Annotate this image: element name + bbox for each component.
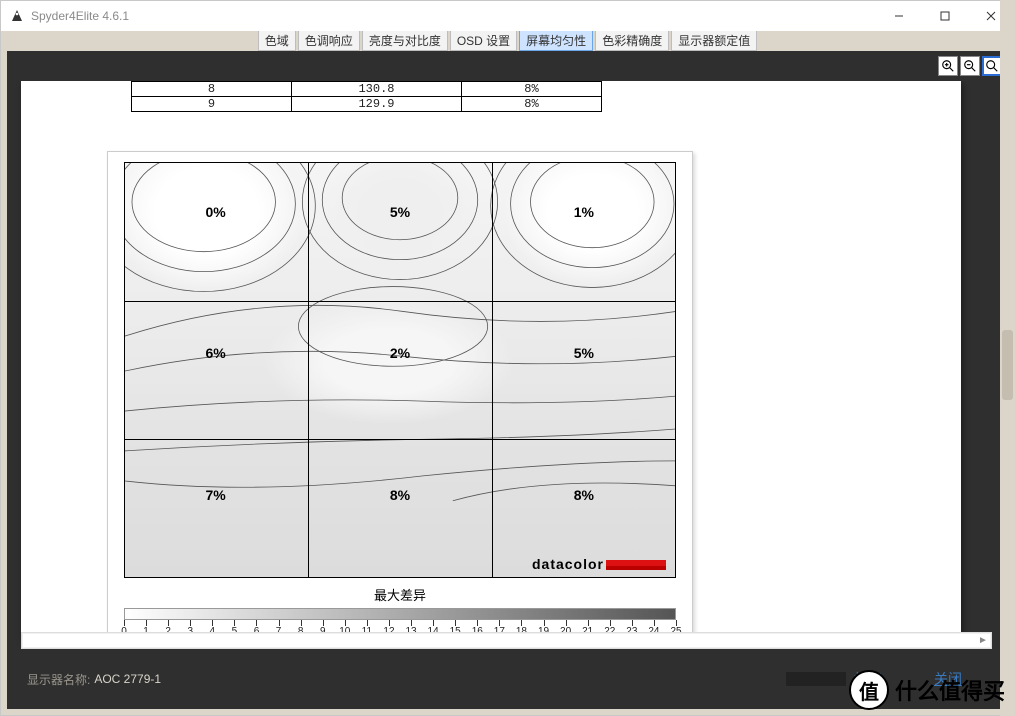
cell-val: 130.8 [292, 82, 462, 97]
watermark: 值 什么值得买 [843, 668, 1011, 712]
chart-plot-area: 0% 5% 1% 6% 2% 5% 7% 8% 8% datacolor [124, 162, 676, 578]
report-page: 8 130.8 8% 9 129.9 8% [21, 81, 961, 641]
titlebar: Spyder4Elite 4.6.1 [1, 1, 1014, 31]
nine-zone-grid [124, 162, 676, 578]
app-shell: 色域 色调响应 亮度与对比度 OSD 设置 屏幕均匀性 色彩精确度 显示器额定值… [1, 31, 1014, 715]
zone-7-label: 7% [206, 487, 226, 503]
app-window: Spyder4Elite 4.6.1 色域 色调响应 亮度与对比度 OSD 设置… [0, 0, 1015, 716]
cell-val: 129.9 [292, 97, 462, 112]
data-table: 8 130.8 8% 9 129.9 8% [131, 81, 602, 112]
document-viewport[interactable]: 8 130.8 8% 9 129.9 8% [7, 81, 1008, 649]
tab-bar: 色域 色调响应 亮度与对比度 OSD 设置 屏幕均匀性 色彩精确度 显示器额定值 [7, 31, 1008, 51]
zone-4-label: 6% [206, 345, 226, 361]
zoom-out-button[interactable] [960, 56, 980, 76]
vertical-scrollbar[interactable] [1000, 0, 1015, 716]
zone-8-label: 8% [390, 487, 410, 503]
vscroll-thumb[interactable] [1002, 330, 1013, 400]
cell-pct: 8% [462, 97, 602, 112]
monitor-name-value: AOC 2779-1 [94, 672, 161, 686]
tab-color-accuracy[interactable]: 色彩精确度 [595, 31, 669, 51]
zone-6-label: 5% [574, 345, 594, 361]
cell-idx: 9 [132, 97, 292, 112]
watermark-icon: 值 [849, 670, 889, 710]
tab-brightness-contrast[interactable]: 亮度与对比度 [362, 31, 448, 51]
tab-tone-response[interactable]: 色调响应 [298, 31, 360, 51]
cell-idx: 8 [132, 82, 292, 97]
tab-gamut[interactable]: 色域 [258, 31, 296, 51]
zone-3-label: 1% [574, 204, 594, 220]
datacolor-brand: datacolor [532, 556, 666, 572]
legend-title: 最大差异 [108, 585, 692, 604]
zone-2-label: 5% [390, 204, 410, 220]
horizontal-scrollbar[interactable]: ◄ ► [21, 632, 992, 649]
minimize-button[interactable] [876, 1, 922, 31]
zone-1-label: 0% [206, 204, 226, 220]
uniformity-chart: 0% 5% 1% 6% 2% 5% 7% 8% 8% datacolor 最大差… [107, 151, 693, 649]
watermark-text: 什么值得买 [895, 674, 1005, 706]
maximize-button[interactable] [922, 1, 968, 31]
monitor-name-label: 显示器名称: [27, 671, 90, 688]
zoom-fit-button[interactable] [982, 56, 1002, 76]
legend-gradient [124, 608, 676, 620]
tab-osd-settings[interactable]: OSD 设置 [450, 31, 517, 51]
zone-9-label: 8% [574, 487, 594, 503]
window-title: Spyder4Elite 4.6.1 [31, 9, 129, 23]
scroll-thumb[interactable] [23, 634, 990, 647]
zoom-in-button[interactable] [938, 56, 958, 76]
zoom-toolbar [7, 51, 1008, 81]
zone-5-label: 2% [390, 345, 410, 361]
app-icon [9, 8, 25, 24]
tab-screen-uniformity[interactable]: 屏幕均匀性 [519, 31, 593, 51]
scroll-right-arrow[interactable]: ► [975, 633, 991, 648]
table-row: 9 129.9 8% [132, 97, 602, 112]
tab-monitor-rating[interactable]: 显示器额定值 [671, 31, 757, 51]
progress-indicator [786, 672, 846, 686]
table-row: 8 130.8 8% [132, 82, 602, 97]
cell-pct: 8% [462, 82, 602, 97]
content-panel: 8 130.8 8% 9 129.9 8% [7, 51, 1008, 709]
